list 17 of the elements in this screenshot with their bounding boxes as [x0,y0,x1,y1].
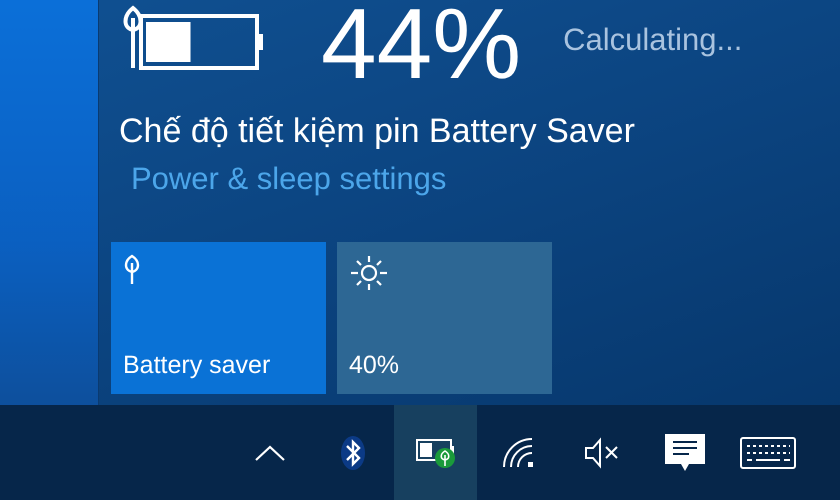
battery-status: Calculating... [563,22,742,58]
keyboard-icon[interactable] [740,436,796,468]
mode-title: Chế độ tiết kiệm pin Battery Saver [119,112,636,151]
chevron-up-icon[interactable] [254,444,286,462]
tile-label: Battery saver [123,351,270,380]
tray-item[interactable] [394,405,477,500]
settings-link[interactable]: Power & sleep settings [131,161,446,197]
notification-icon[interactable] [664,432,706,472]
quick-action-tile[interactable]: 40% [337,242,552,394]
brightness-icon [349,254,389,292]
bluetooth-icon[interactable] [340,434,366,470]
battery-percentage: 44% [321,0,522,94]
wifi-icon[interactable] [502,436,536,468]
quick-action-tile[interactable]: Battery saver [111,242,326,394]
tile-label: 40% [349,351,400,380]
leaf-icon [123,254,141,284]
mute-icon[interactable] [582,436,620,468]
